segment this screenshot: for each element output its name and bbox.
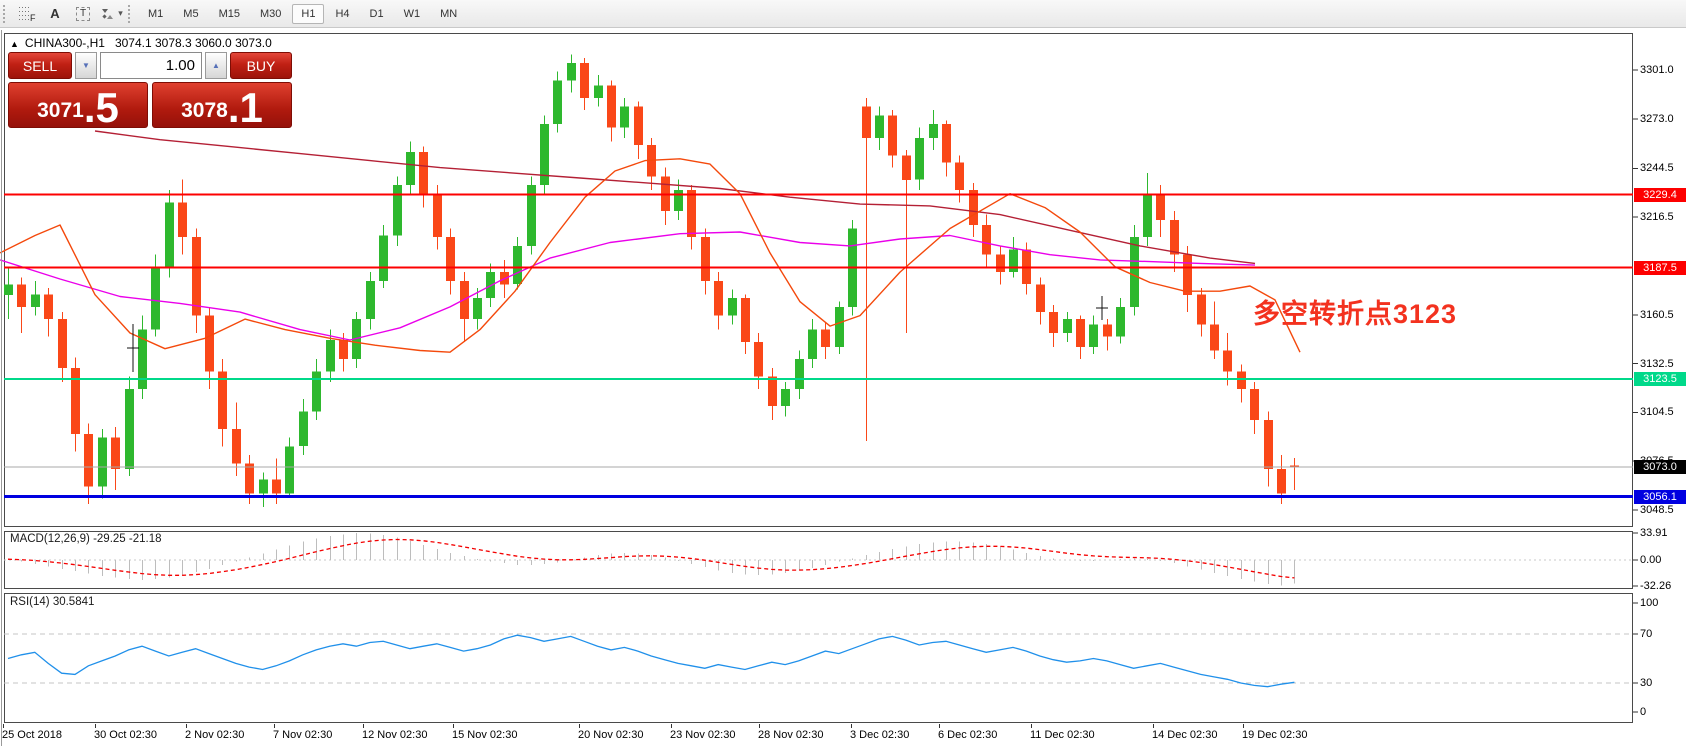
caret-down-icon: ▾ [118,8,123,19]
timeframe-button-W1[interactable]: W1 [395,4,430,24]
collapse-arrow-icon: ▲ [10,39,19,49]
timeframe-button-H1[interactable]: H1 [292,4,324,24]
macd-indicator-label: MACD(12,26,9) -29.25 -21.18 [10,533,162,545]
ohlc-readout: 3074.1 3078.3 3060.0 3073.0 [115,36,272,50]
lot-decrease-button[interactable]: ▼ [75,52,97,79]
indicators-grid-button[interactable]: F [14,3,40,25]
ask-price-fraction: .1 [228,90,263,126]
ask-price-main: 3078 [181,100,228,126]
rsi-indicator-label: RSI(14) 30.5841 [10,596,94,608]
bid-price-main: 3071 [37,100,84,126]
toolbar: F A T ▾ M1M5M15M30H1H4D1W1MN [0,0,1686,28]
chart-text-annotation: 多空转折点3123 [1253,292,1457,331]
style-arrows-icon [99,7,116,21]
symbol-name: CHINA300-,H1 [25,36,105,50]
timeframe-button-M30[interactable]: M30 [251,4,290,24]
svg-text:F: F [30,13,36,21]
timeframe-button-MN[interactable]: MN [431,4,466,24]
timeframe-button-M1[interactable]: M1 [139,4,172,24]
text-box-icon: T [76,7,90,21]
trading-platform-window: F A T ▾ M1M5M15M30H1H4D1W1MN ▲ CHINA300-,… [0,0,1686,748]
lot-increase-button[interactable]: ▲ [205,52,227,79]
text-label-button[interactable]: A [42,3,68,25]
lot-size-input[interactable] [100,52,202,79]
toolbar-grip-2[interactable] [128,5,132,23]
toolbar-grip[interactable] [3,5,7,23]
timeframe-group: M1M5M15M30H1H4D1W1MN [139,4,468,24]
bid-price-fraction: .5 [84,90,119,126]
text-box-button[interactable]: T [70,3,96,25]
grid-f-icon: F [18,6,36,21]
chart-panels [5,34,1633,723]
chart-title: ▲ CHINA300-,H1 3074.1 3078.3 3060.0 3073.0 [10,36,272,50]
letter-a-icon: A [50,6,59,21]
buy-button[interactable]: BUY [230,52,292,79]
timeframe-button-D1[interactable]: D1 [361,4,393,24]
timeframe-button-M5[interactable]: M5 [174,4,207,24]
one-click-trading-widget: SELL ▼ ▲ BUY 3071.5 3078.1 [8,52,292,128]
ask-price-box[interactable]: 3078.1 [152,82,292,128]
chart-style-button[interactable]: ▾ [98,3,124,25]
bid-price-box[interactable]: 3071.5 [8,82,148,128]
sell-button[interactable]: SELL [8,52,72,79]
timeframe-button-M15[interactable]: M15 [210,4,249,24]
timeframe-button-H4[interactable]: H4 [326,4,358,24]
window-left-border [1,30,2,746]
